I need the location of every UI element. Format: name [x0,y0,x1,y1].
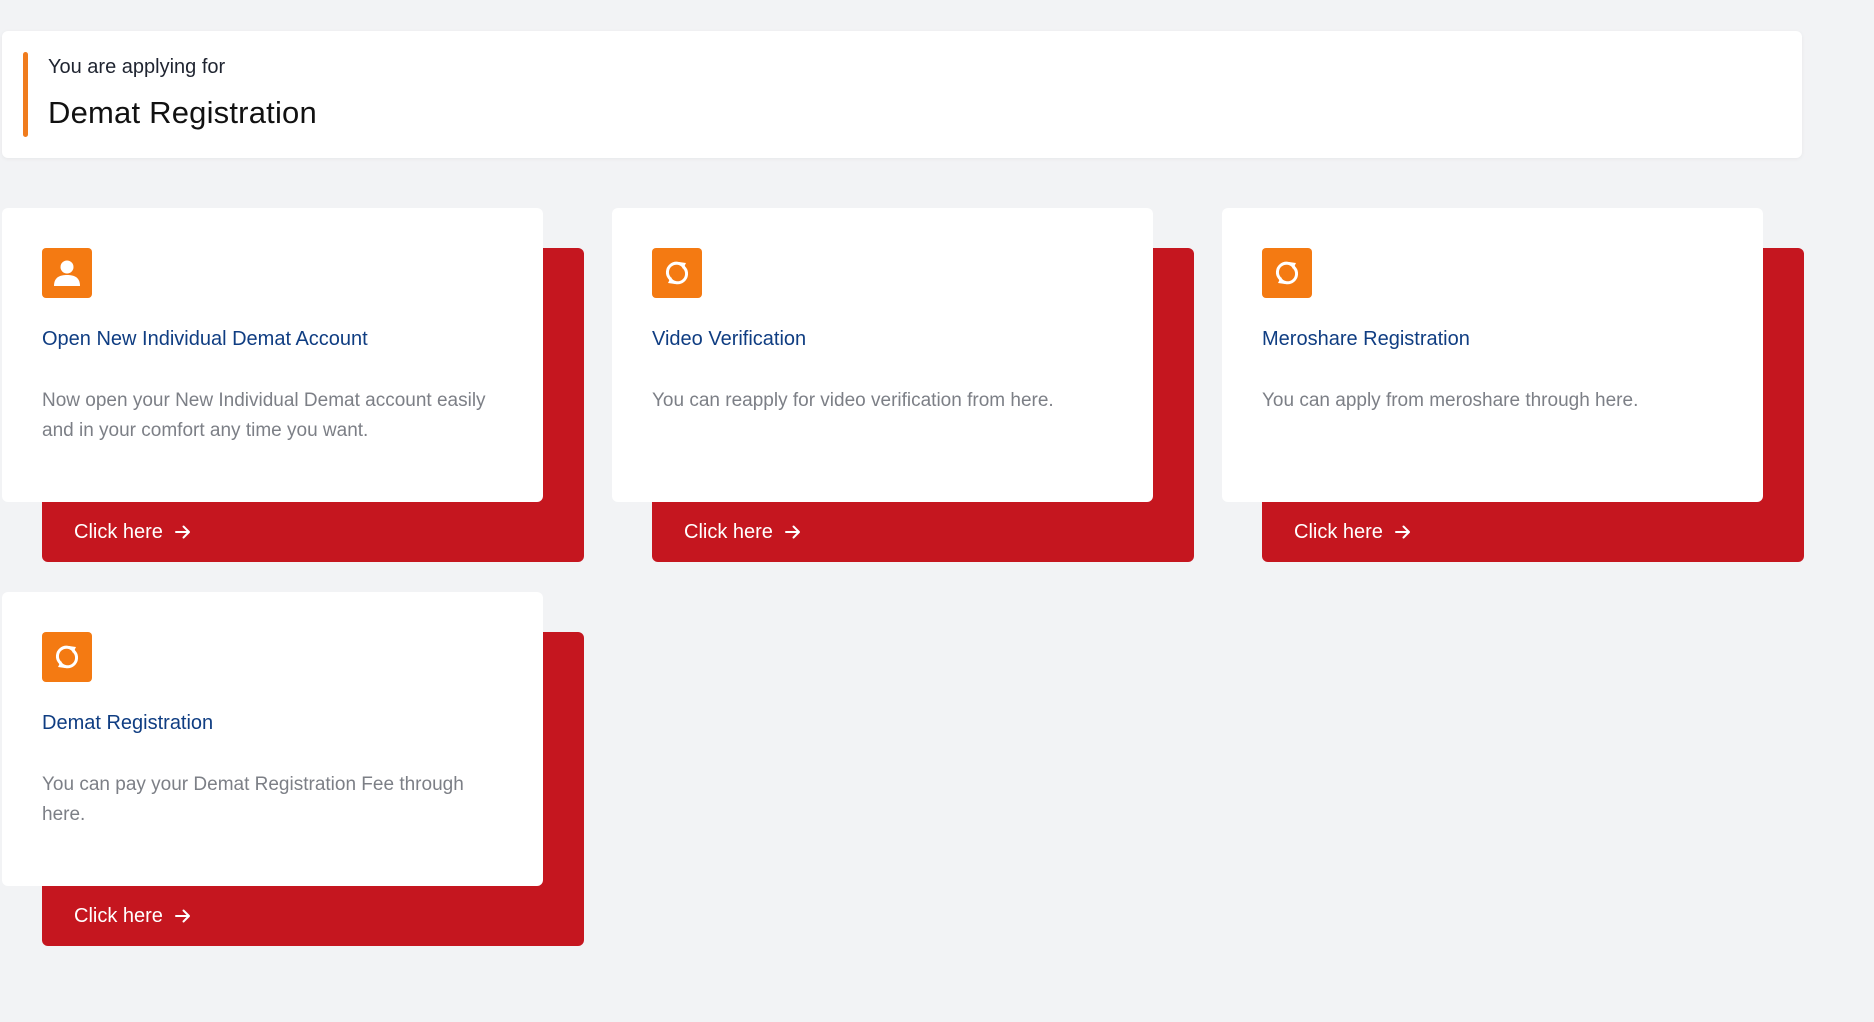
header-accent-bar [23,52,28,137]
card-title: Meroshare Registration [1262,328,1470,350]
refresh-icon [1262,248,1312,298]
click-here-label: Click here [74,904,163,927]
refresh-icon [652,248,702,298]
user-icon [42,248,92,298]
click-here-button[interactable]: Click here [42,502,584,562]
click-here-button[interactable]: Click here [42,886,584,946]
click-here-label: Click here [684,520,773,543]
service-card-demat-registration: Demat Registration You can pay your Dema… [2,592,585,946]
click-here-label: Click here [1294,520,1383,543]
card-description: Now open your New Individual Demat accou… [42,390,486,441]
click-here-button[interactable]: Click here [1262,502,1804,562]
arrow-right-icon [784,523,802,541]
arrow-right-icon [174,523,192,541]
card-description: You can reapply for video verification f… [652,390,1054,411]
card-title: Open New Individual Demat Account [42,328,368,350]
card-title: Demat Registration [42,712,214,734]
service-card-video-verification: Video Verification You can reapply for v… [612,208,1195,562]
applying-for-header: You are applying for Demat Registration [2,31,1802,158]
click-here-button[interactable]: Click here [652,502,1194,562]
click-here-label: Click here [74,520,163,543]
card-description: You can pay your Demat Registration Fee … [42,774,464,825]
card-body: Demat Registration You can pay your Dema… [2,592,543,886]
arrow-right-icon [174,907,192,925]
service-card-open-account: Open New Individual Demat Account Now op… [2,208,585,562]
service-card-meroshare: Meroshare Registration You can apply fro… [1222,208,1805,562]
header-subtitle: You are applying for [48,56,226,78]
card-body: Video Verification You can reapply for v… [612,208,1153,502]
refresh-icon [42,632,92,682]
arrow-right-icon [1394,523,1412,541]
card-body: Meroshare Registration You can apply fro… [1222,208,1763,502]
card-title: Video Verification [652,328,807,350]
card-description: You can apply from meroshare through her… [1262,390,1639,411]
card-body: Open New Individual Demat Account Now op… [2,208,543,502]
page-title: Demat Registration [48,95,317,130]
page: You are applying for Demat Registration … [0,0,1874,1022]
